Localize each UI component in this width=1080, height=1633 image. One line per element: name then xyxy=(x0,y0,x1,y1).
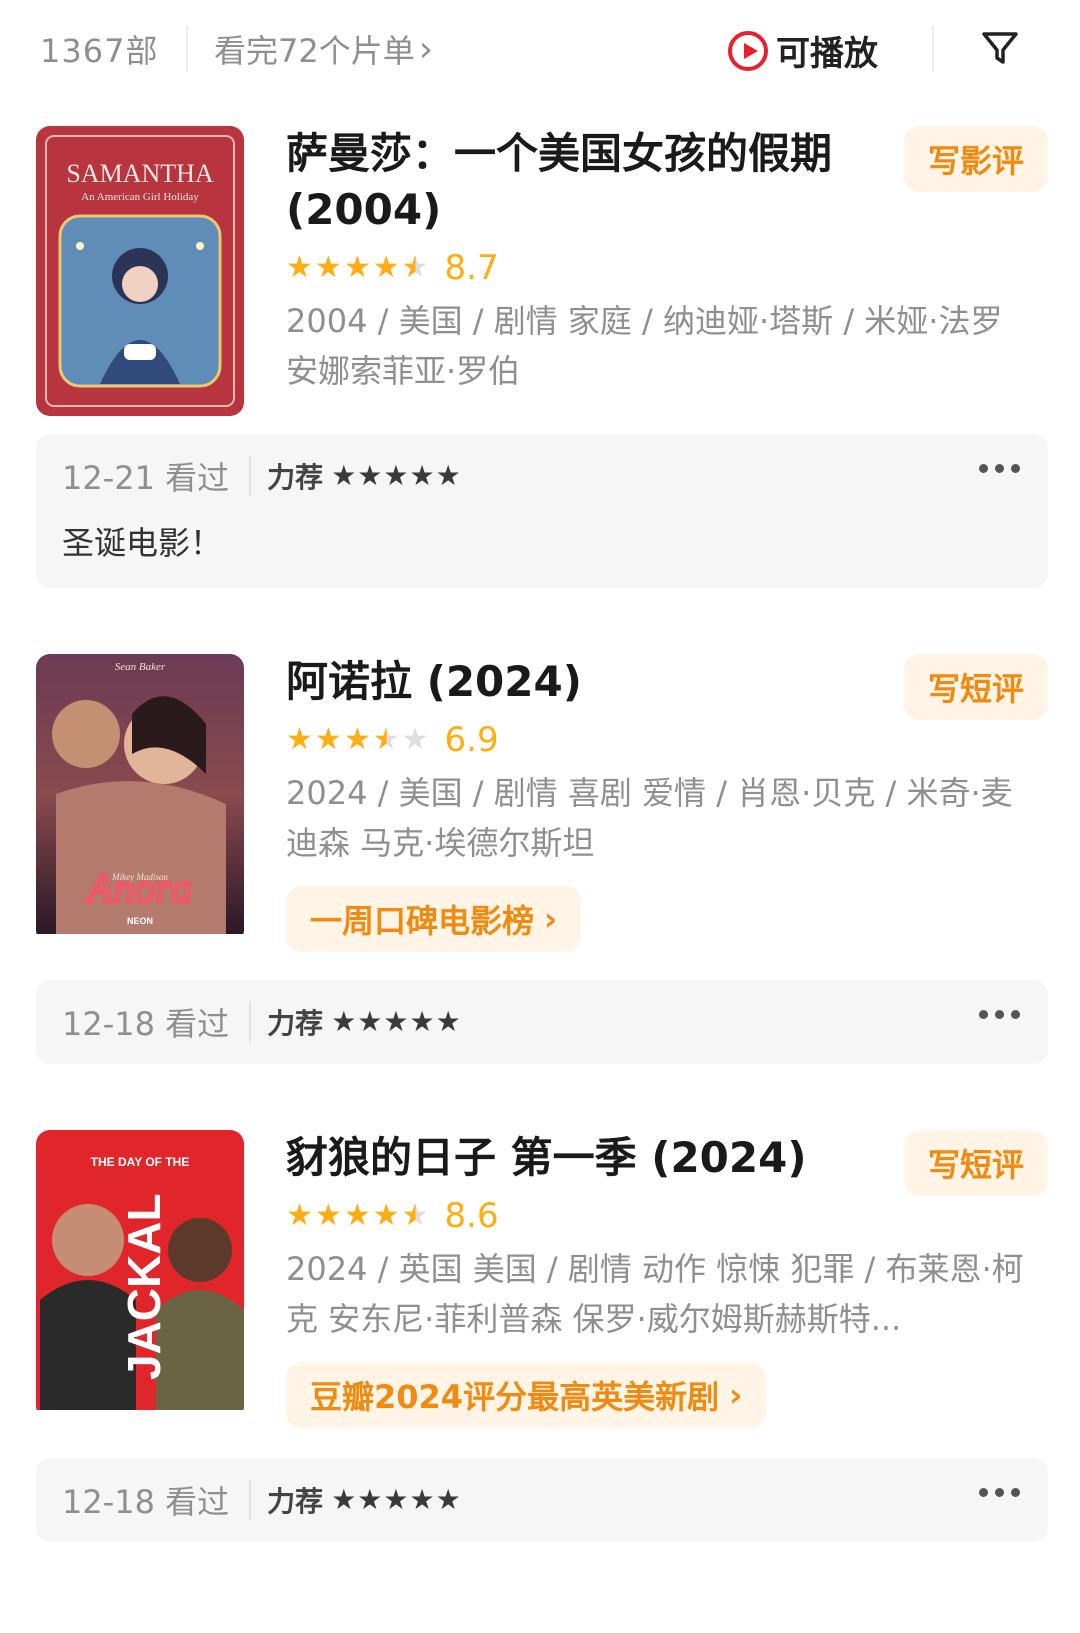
divider xyxy=(249,456,252,496)
star-icon: ★ xyxy=(372,1198,400,1233)
item-title[interactable]: 豺狼的日子 第一季 (2024) xyxy=(286,1130,846,1186)
poster-image[interactable]: THE DAY OF THE JACKAL xyxy=(36,1130,244,1420)
star-icon: ★ xyxy=(357,459,383,492)
star-icon: ★ xyxy=(383,1005,409,1038)
star-icon: ★ xyxy=(383,459,409,492)
lists-link-label: 看完72个片单 xyxy=(214,32,415,70)
rating-score: 8.6 xyxy=(444,1196,499,1236)
list-item[interactable]: Sean Baker Mikey Madison Anora NEON 阿诺拉 … xyxy=(36,654,1048,954)
more-icon[interactable] xyxy=(979,464,1020,473)
star-icon: ★ xyxy=(357,1483,383,1516)
rating-score: 8.7 xyxy=(444,248,499,288)
my-rating-stars: ★ ★ ★ ★ ★ xyxy=(331,462,461,490)
item-meta: 2004 / 美国 / 剧情 家庭 / 纳迪娅·塔斯 / 米娅·法罗 安娜索菲亚… xyxy=(286,302,1003,390)
poster-title: Anora xyxy=(85,866,193,912)
my-rating-stars: ★ ★ ★ ★ ★ xyxy=(331,1008,461,1036)
chevron-right-icon: › xyxy=(544,900,558,938)
ranking-tag[interactable]: 豆瓣2024评分最高英美新剧 › xyxy=(286,1362,767,1428)
watch-date: 12-18 看过 xyxy=(62,1483,230,1521)
my-rating-stars: ★ ★ ★ ★ ★ xyxy=(331,1486,461,1514)
top-bar: 1367部 看完72个片单 › 可播放 xyxy=(0,0,1080,96)
watch-note: 12-18 看过 力荐 ★ ★ ★ ★ ★ xyxy=(36,1458,1048,1542)
rating-score: 6.9 xyxy=(444,720,499,760)
star-icon: ★ xyxy=(372,250,400,285)
poster-credit: Sean Baker xyxy=(115,661,166,673)
watch-date: 12-18 看过 xyxy=(62,1005,230,1043)
star-icon: ★ xyxy=(401,722,429,757)
watch-note: 12-18 看过 力荐 ★ ★ ★ ★ ★ xyxy=(36,980,1048,1064)
divider xyxy=(932,26,934,72)
star-icon: ★ xyxy=(314,722,342,757)
star-icon: ★ xyxy=(331,1005,357,1038)
watch-date: 12-21 看过 xyxy=(62,459,230,497)
more-icon[interactable] xyxy=(979,1010,1020,1019)
write-short-review-button[interactable]: 写短评 xyxy=(903,1130,1048,1196)
my-rating-label: 力荐 xyxy=(267,1485,324,1518)
star-icon: ★ xyxy=(286,722,313,757)
watch-note: 12-21 看过 力荐 ★ ★ ★ ★ ★ 圣诞电影！ xyxy=(36,434,1048,588)
my-rating-label: 力荐 xyxy=(267,461,324,494)
filter-funnel-icon[interactable] xyxy=(980,28,1020,68)
star-icon: ★ xyxy=(435,1483,461,1516)
star-icon: ★ xyxy=(409,1005,435,1038)
poster-title-main: JACKAL xyxy=(118,1193,170,1380)
write-short-review-button[interactable]: 写短评 xyxy=(903,654,1048,720)
star-icon: ★ xyxy=(435,459,461,492)
rating: ★ ★ ★ ★ ★ 8.6 xyxy=(286,1192,1036,1240)
lists-link[interactable]: 看完72个片单 › xyxy=(214,26,433,72)
star-icon: ★ xyxy=(286,1198,313,1233)
star-icon: ★ xyxy=(383,1483,409,1516)
watched-count: 1367部 xyxy=(40,32,159,70)
list-item[interactable]: SAMANTHA An American Girl Holiday 萨曼莎：一个… xyxy=(36,126,1048,416)
half-star-icon: ★ xyxy=(401,1198,429,1233)
rating: ★ ★ ★ ★ ★ 6.9 xyxy=(286,716,1036,764)
playable-filter-button[interactable]: 可播放 xyxy=(728,26,878,75)
poster-title-top: THE DAY OF THE xyxy=(91,1155,190,1169)
star-icon: ★ xyxy=(331,459,357,492)
poster-subtitle: An American Girl Holiday xyxy=(81,191,199,203)
my-rating-label: 力荐 xyxy=(267,1007,324,1040)
item-title[interactable]: 萨曼莎：一个美国女孩的假期 (2004) xyxy=(286,126,846,238)
rating-stars: ★ ★ ★ ★ ★ xyxy=(286,725,429,755)
playable-filter-label: 可播放 xyxy=(776,34,878,74)
more-icon[interactable] xyxy=(979,1488,1020,1497)
star-icon: ★ xyxy=(343,722,371,757)
poster-title: SAMANTHA xyxy=(66,159,214,188)
poster-image[interactable]: Sean Baker Mikey Madison Anora NEON xyxy=(36,654,244,944)
poster-distributor: NEON xyxy=(127,916,153,926)
star-icon: ★ xyxy=(435,1005,461,1038)
item-meta: 2024 / 英国 美国 / 剧情 动作 惊悚 犯罪 / 布莱恩·柯克 安东尼·… xyxy=(286,1250,1024,1338)
star-icon: ★ xyxy=(357,1005,383,1038)
divider xyxy=(186,26,188,72)
rating: ★ ★ ★ ★ ★ 8.7 xyxy=(286,244,1036,292)
ranking-tag-label: 一周口碑电影榜 xyxy=(310,902,535,940)
rating-stars: ★ ★ ★ ★ ★ xyxy=(286,253,429,283)
rating-stars: ★ ★ ★ ★ ★ xyxy=(286,1201,429,1231)
poster-image[interactable]: SAMANTHA An American Girl Holiday xyxy=(36,126,244,416)
ranking-tag[interactable]: 一周口碑电影榜 › xyxy=(286,886,582,952)
star-icon: ★ xyxy=(409,459,435,492)
list-item[interactable]: THE DAY OF THE JACKAL 豺狼的日子 第一季 (2024) ★… xyxy=(36,1130,1048,1430)
chevron-right-icon: › xyxy=(418,28,434,70)
star-icon: ★ xyxy=(331,1483,357,1516)
chevron-right-icon: › xyxy=(729,1376,743,1414)
star-icon: ★ xyxy=(314,1198,342,1233)
write-review-button[interactable]: 写影评 xyxy=(903,126,1048,192)
item-title[interactable]: 阿诺拉 (2024) xyxy=(286,654,846,710)
half-star-icon: ★ xyxy=(401,250,429,285)
my-comment: 圣诞电影！ xyxy=(62,524,223,562)
divider xyxy=(249,1480,252,1520)
divider xyxy=(249,1002,252,1042)
play-circle-icon xyxy=(728,30,768,71)
star-icon: ★ xyxy=(343,1198,371,1233)
star-icon: ★ xyxy=(409,1483,435,1516)
star-icon: ★ xyxy=(314,250,342,285)
item-meta: 2024 / 美国 / 剧情 喜剧 爱情 / 肖恩·贝克 / 米奇·麦迪森 马克… xyxy=(286,774,1013,862)
star-icon: ★ xyxy=(286,250,313,285)
star-icon: ★ xyxy=(343,250,371,285)
ranking-tag-label: 豆瓣2024评分最高英美新剧 xyxy=(310,1378,720,1416)
half-star-icon: ★ xyxy=(372,722,400,757)
